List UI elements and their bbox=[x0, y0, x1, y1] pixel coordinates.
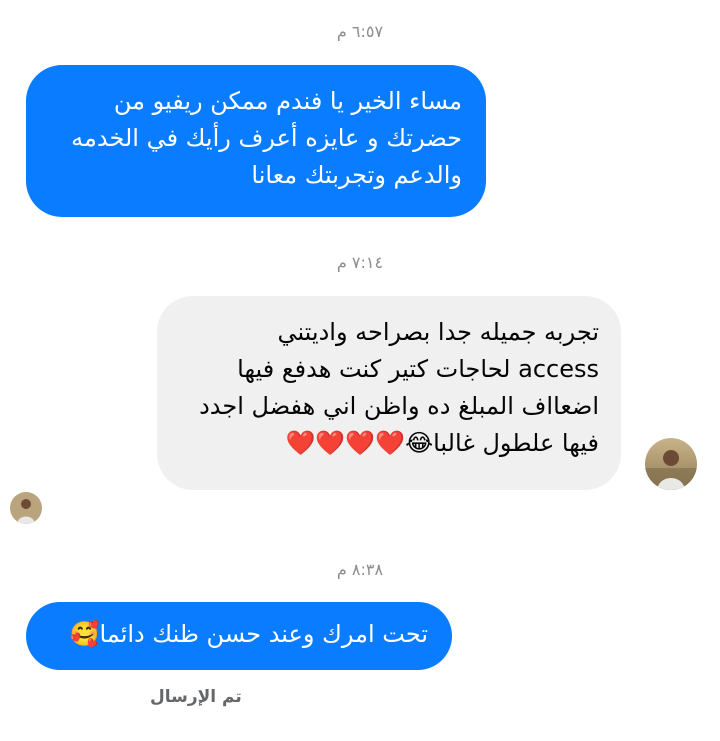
read-receipt-avatar-icon bbox=[10, 492, 42, 524]
delivery-status: تم الإرسال bbox=[150, 687, 242, 707]
timestamp: ٨:٣٨ م bbox=[336, 560, 384, 579]
received-message-bubble[interactable]: تجربه جميله جدا بصراحه واديتني access لح… bbox=[157, 296, 621, 490]
timestamp: ٧:١٤ م bbox=[336, 253, 384, 272]
timestamp: ٦:٥٧ م bbox=[336, 22, 384, 41]
contact-avatar-icon[interactable] bbox=[645, 438, 697, 490]
sent-message-bubble[interactable]: تحت امرك وعند حسن ظنك دائما🥰 bbox=[26, 602, 452, 670]
sent-message-bubble[interactable]: مساء الخير يا فندم ممكن ريفيو من حضرتك و… bbox=[26, 65, 486, 217]
